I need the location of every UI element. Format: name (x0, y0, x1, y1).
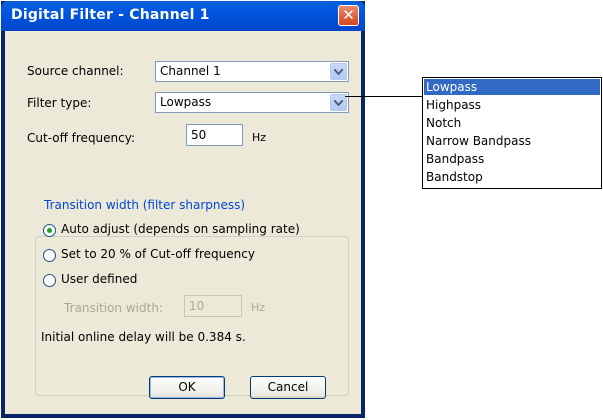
radio-selected-dot (47, 228, 52, 233)
dialog-title: Digital Filter - Channel 1 (11, 7, 210, 23)
transition-width-label: Transition width: (64, 301, 163, 315)
user-defined-label[interactable]: User defined (61, 272, 137, 286)
ok-button[interactable]: OK (149, 376, 225, 399)
title-bar[interactable]: Digital Filter - Channel 1 ✕ (1, 1, 365, 31)
transition-width-value: 10 (189, 299, 205, 313)
cutoff-unit-label: Hz (252, 131, 267, 144)
dropdown-item-bandstop[interactable]: Bandstop (424, 169, 600, 185)
dropdown-item-lowpass[interactable]: Lowpass (424, 79, 600, 95)
close-button[interactable]: ✕ (338, 5, 359, 26)
source-channel-value: Channel 1 (160, 64, 221, 78)
transition-width-group-label: Transition width (filter sharpness) (41, 198, 249, 212)
cutoff-frequency-label: Cut-off frequency: (27, 131, 136, 145)
chevron-down-icon[interactable] (330, 63, 347, 80)
twenty-percent-label[interactable]: Set to 20 % of Cut-off frequency (61, 247, 255, 261)
cutoff-frequency-value: 50 (191, 128, 207, 142)
filter-type-label: Filter type: (27, 96, 92, 110)
dropdown-item-highpass[interactable]: Highpass (424, 97, 600, 113)
transition-width-input[interactable]: 10 (184, 295, 242, 317)
auto-adjust-label[interactable]: Auto adjust (depends on sampling rate) (61, 222, 300, 236)
source-channel-combo[interactable]: Channel 1 (155, 61, 349, 82)
transition-width-unit: Hz (251, 301, 266, 314)
user-defined-radio[interactable] (43, 274, 56, 287)
cancel-button[interactable]: Cancel (250, 376, 326, 399)
filter-type-value: Lowpass (160, 95, 212, 109)
source-channel-label: Source channel: (27, 64, 124, 78)
twenty-percent-radio[interactable] (43, 249, 56, 262)
dropdown-item-notch[interactable]: Notch (424, 115, 600, 131)
dropdown-item-bandpass[interactable]: Bandpass (424, 151, 600, 167)
dropdown-item-narrow-bandpass[interactable]: Narrow Bandpass (424, 133, 600, 149)
auto-adjust-radio[interactable] (43, 224, 56, 237)
close-icon: ✕ (342, 6, 355, 24)
online-delay-text: Initial online delay will be 0.384 s. (41, 330, 246, 344)
callout-line (345, 96, 423, 97)
filter-type-dropdown-list: Lowpass Highpass Notch Narrow Bandpass B… (422, 77, 602, 189)
filter-type-combo[interactable]: Lowpass (155, 92, 349, 113)
cutoff-frequency-input[interactable]: 50 (186, 124, 243, 146)
